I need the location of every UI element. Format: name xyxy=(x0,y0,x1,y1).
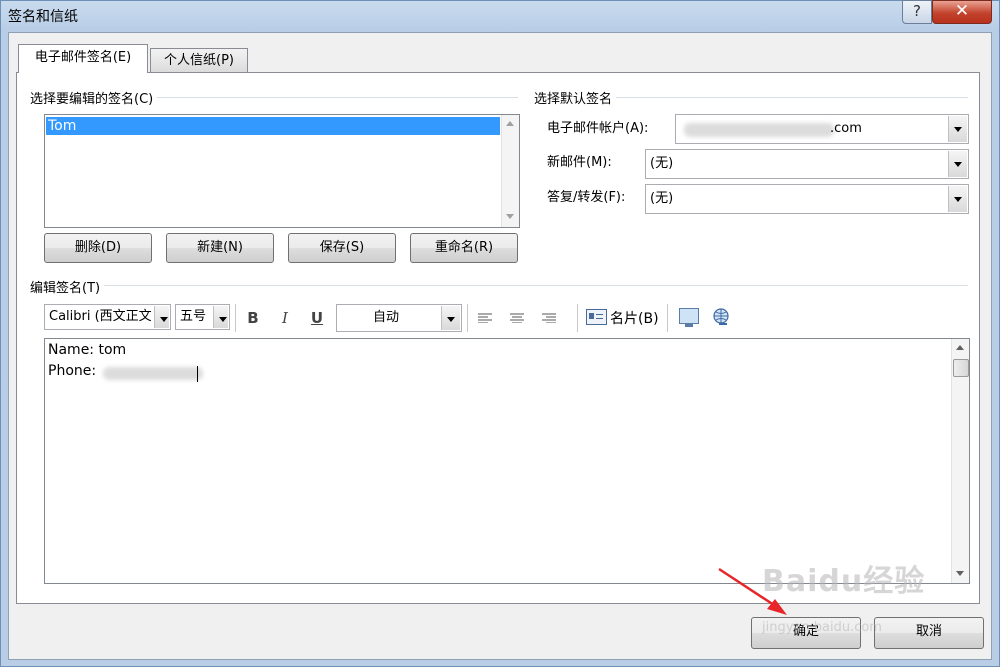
chevron-down-icon[interactable] xyxy=(154,306,169,328)
chevron-down-icon[interactable] xyxy=(948,116,967,142)
tab-email-signature[interactable]: 电子邮件签名(E) xyxy=(18,44,148,73)
select-signature-heading: 选择要编辑的签名(C) xyxy=(30,88,158,107)
scroll-up-icon[interactable] xyxy=(506,121,514,126)
signature-line-phone: Phone: xyxy=(48,363,97,379)
delete-button[interactable]: 删除(D) xyxy=(44,233,152,263)
reply-forward-select[interactable]: (无) xyxy=(645,184,969,214)
scroll-down-icon[interactable] xyxy=(956,571,964,576)
business-card-icon[interactable] xyxy=(586,309,607,325)
bold-button[interactable]: B xyxy=(242,307,264,329)
signature-line-name: Name: tom xyxy=(48,342,127,358)
new-mail-label: 新邮件(M): xyxy=(547,155,612,170)
toolbar-separator xyxy=(235,304,236,332)
save-button[interactable]: 保存(S) xyxy=(288,233,396,263)
close-button[interactable]: ✕ xyxy=(932,0,992,24)
list-scrollbar[interactable] xyxy=(501,115,519,227)
underline-button[interactable]: U xyxy=(306,307,328,329)
toolbar-separator xyxy=(667,304,668,332)
new-mail-select[interactable]: (无) xyxy=(645,149,969,179)
cancel-button[interactable]: 取消 xyxy=(874,617,984,649)
help-button[interactable]: ? xyxy=(902,0,932,24)
align-left-icon[interactable] xyxy=(474,307,496,329)
align-right-icon[interactable] xyxy=(538,307,560,329)
scroll-up-icon[interactable] xyxy=(956,345,964,350)
chevron-down-icon[interactable] xyxy=(948,151,967,177)
new-button[interactable]: 新建(N) xyxy=(166,233,274,263)
font-select[interactable]: Calibri (西文正文 xyxy=(44,304,171,330)
align-center-icon[interactable] xyxy=(506,307,528,329)
scroll-thumb[interactable] xyxy=(953,359,969,377)
window-title: 签名和信纸 xyxy=(8,9,78,25)
insert-picture-icon[interactable] xyxy=(679,308,699,327)
rename-button[interactable]: 重命名(R) xyxy=(410,233,518,263)
close-icon: ✕ xyxy=(954,1,970,21)
text-cursor xyxy=(197,366,198,382)
default-signature-heading: 选择默认签名 xyxy=(534,88,617,107)
chevron-down-icon[interactable] xyxy=(213,306,228,328)
editor-scrollbar[interactable] xyxy=(951,339,969,583)
font-size-select[interactable]: 五号 xyxy=(175,304,230,330)
edit-signature-heading: 编辑签名(T) xyxy=(30,277,105,296)
tab-personal-stationery[interactable]: 个人信纸(P) xyxy=(150,48,248,72)
redacted-account xyxy=(684,123,834,137)
toolbar-separator xyxy=(467,304,468,332)
toolbar-separator xyxy=(577,304,578,332)
italic-button[interactable]: I xyxy=(274,307,296,329)
help-icon: ? xyxy=(913,2,921,20)
chevron-down-icon[interactable] xyxy=(441,306,460,330)
annotation-arrow-icon xyxy=(718,567,787,615)
scroll-down-icon[interactable] xyxy=(506,214,514,219)
chevron-down-icon[interactable] xyxy=(948,186,967,212)
group-divider xyxy=(30,285,968,286)
hyperlink-icon[interactable] xyxy=(711,307,731,331)
reply-forward-label: 答复/转发(F): xyxy=(547,190,626,205)
redacted-phone xyxy=(103,367,203,380)
font-color-select[interactable]: 自动 xyxy=(336,304,462,332)
signature-list[interactable]: Tom xyxy=(44,114,520,228)
signature-list-item[interactable]: Tom xyxy=(46,117,500,135)
account-label: 电子邮件帐户(A): xyxy=(547,121,649,136)
business-card-button[interactable]: 名片(B) xyxy=(610,308,659,328)
signature-editor[interactable]: Name: tom Phone: xyxy=(44,338,970,584)
account-select[interactable]: .com xyxy=(675,114,969,144)
